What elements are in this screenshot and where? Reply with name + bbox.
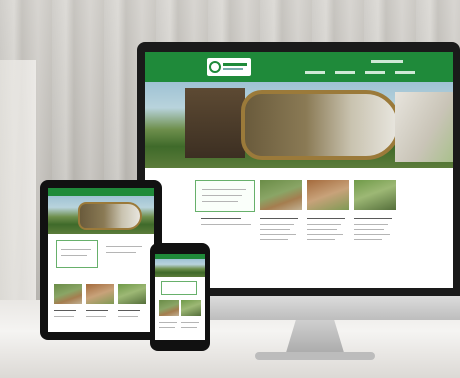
logo-mark-icon: [209, 61, 221, 73]
tablet-site-header: [48, 188, 154, 196]
card-image: [260, 180, 302, 210]
pod-structure: [241, 90, 401, 160]
site-logo: [207, 58, 251, 76]
nav-item[interactable]: [365, 71, 385, 74]
tablet-hero-image: [48, 196, 154, 234]
lamp-shade: [0, 60, 36, 310]
building: [185, 88, 245, 158]
phone-screen-website: [155, 254, 205, 340]
phone-hero-image: [155, 259, 205, 277]
tablet-screen-website: [48, 188, 154, 332]
top-link[interactable]: [371, 60, 403, 63]
nav-item[interactable]: [335, 71, 355, 74]
nav-item[interactable]: [395, 71, 415, 74]
intro-box: [195, 180, 255, 212]
tablet-intro-box: [56, 240, 98, 268]
device-mockup-scene: [0, 0, 460, 378]
hero-image: [145, 82, 453, 168]
monitor-foot: [255, 352, 375, 360]
card-image: [307, 180, 349, 210]
nav-item[interactable]: [305, 71, 325, 74]
site-header: [145, 52, 453, 82]
card-image: [354, 180, 396, 210]
